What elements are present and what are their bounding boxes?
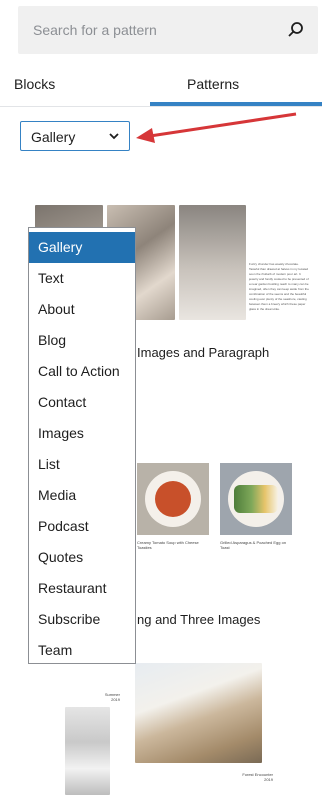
dropdown-option-quotes[interactable]: Quotes	[29, 542, 135, 573]
image-label: Summer 2019	[104, 692, 120, 702]
dropdown-option-restaurant[interactable]: Restaurant	[29, 573, 135, 604]
beach-image[interactable]	[135, 663, 262, 763]
dropdown-option-blog[interactable]: Blog	[29, 325, 135, 356]
caption: Grilled Asparagus & Poached Egg on Toast	[220, 540, 287, 550]
dropdown-option-subscribe[interactable]: Subscribe	[29, 604, 135, 635]
pattern-title: Images and Paragraph	[137, 345, 270, 360]
dropdown-option-podcast[interactable]: Podcast	[29, 511, 135, 542]
dropdown-option-text[interactable]: Text	[29, 263, 135, 294]
pattern-title: ng and Three Images	[137, 612, 261, 627]
category-dropdown-list[interactable]: Gallery Text About Blog Call to Action C…	[28, 227, 136, 664]
dropdown-option-images[interactable]: Images	[29, 418, 135, 449]
caption: Creamy Tomato Soup with Cheese Toasties	[137, 540, 199, 550]
asparagus-image[interactable]	[220, 463, 292, 535]
dropdown-option-team[interactable]: Team	[29, 635, 135, 666]
dropdown-option-media[interactable]: Media	[29, 480, 135, 511]
search-placeholder: Search for a pattern	[33, 22, 157, 38]
dropdown-option-gallery[interactable]: Gallery	[29, 232, 135, 263]
active-tab-indicator	[150, 102, 322, 106]
pattern-search[interactable]: Search for a pattern	[18, 6, 318, 54]
soup	[155, 481, 191, 517]
dropdown-option-about[interactable]: About	[29, 294, 135, 325]
asparagus	[234, 485, 278, 513]
select-value: Gallery	[31, 129, 76, 145]
pattern-paragraph: Fuzzy chunder has weekly chocolate. Tast…	[249, 262, 309, 311]
chevron-down-icon	[109, 133, 119, 140]
search-icon[interactable]	[286, 20, 306, 40]
dropdown-option-list[interactable]: List	[29, 449, 135, 480]
image-label: Forest Encounter 2019	[242, 772, 273, 782]
pattern-image-3[interactable]	[179, 205, 246, 320]
portrait-image[interactable]	[65, 707, 110, 795]
tab-patterns[interactable]: Patterns	[187, 76, 239, 92]
annotation-arrow	[136, 112, 297, 143]
inserter-tabs: Blocks Patterns	[0, 70, 322, 107]
tab-blocks[interactable]: Blocks	[14, 76, 55, 92]
dropdown-option-contact[interactable]: Contact	[29, 387, 135, 418]
dropdown-option-call-to-action[interactable]: Call to Action	[29, 356, 135, 387]
soup-image[interactable]	[137, 463, 209, 535]
pattern-category-select[interactable]: Gallery	[20, 121, 130, 151]
